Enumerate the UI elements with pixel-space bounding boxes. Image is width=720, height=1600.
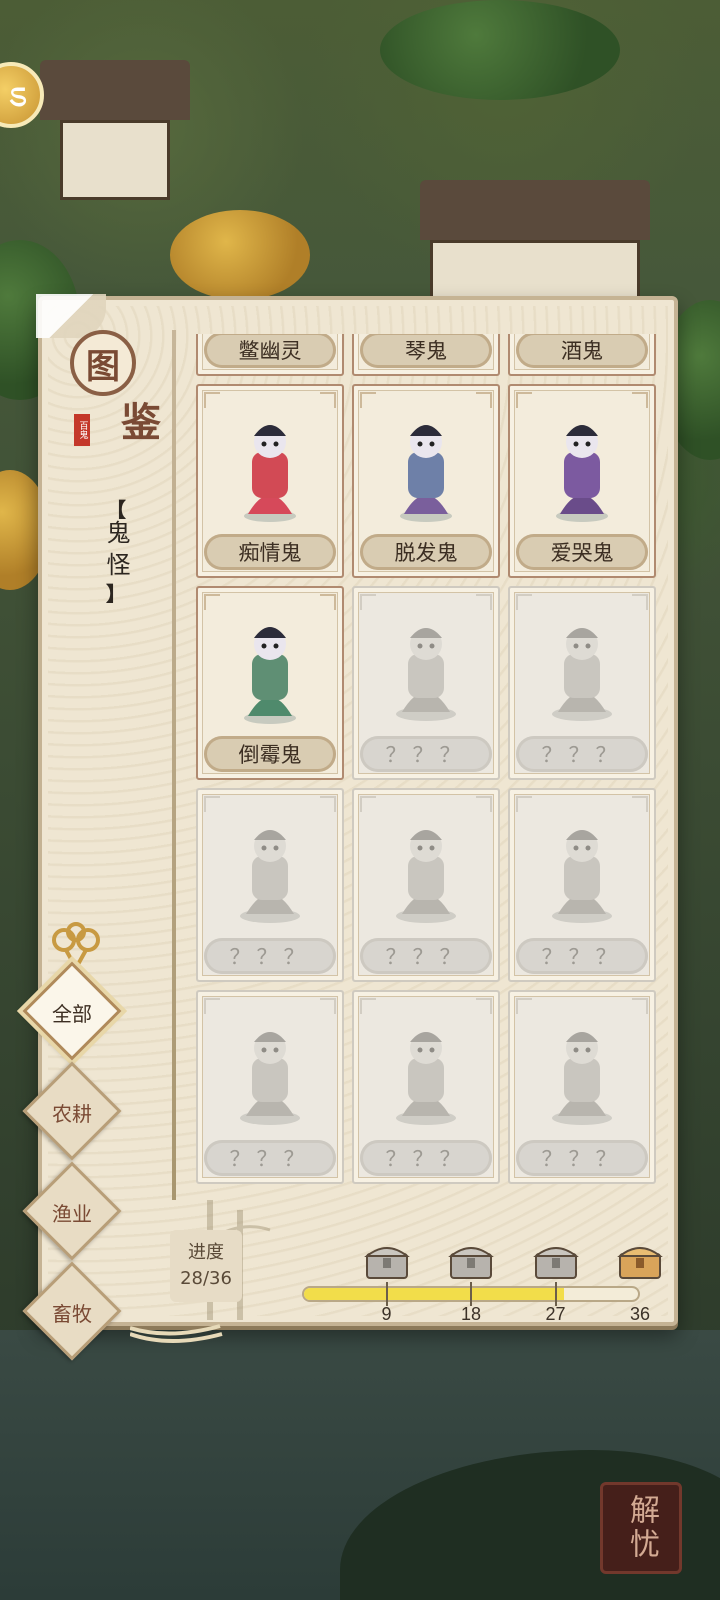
hooded-ghost-icon <box>368 602 484 732</box>
tab-label[interactable]: 畜牧 <box>22 1298 122 1327</box>
golden-tree <box>170 210 310 300</box>
bearded-ghost-icon <box>212 804 328 934</box>
maiden-ghost-icon <box>524 602 640 732</box>
category-name: 鬼怪 <box>102 520 130 584</box>
collection-card[interactable]: 倒霉鬼 <box>196 586 344 780</box>
card-label: 痴情鬼 <box>204 534 336 570</box>
progress-label: 进度 <box>188 1242 224 1263</box>
milestone-value: 36 <box>629 1304 651 1324</box>
collection-card[interactable]: ？？？ <box>508 586 656 780</box>
dragon-rider-icon <box>368 1006 484 1136</box>
card-label: ？？？ <box>204 1140 336 1176</box>
knot-ornament <box>52 922 100 970</box>
rabbit-ghost-icon <box>212 1006 328 1136</box>
category-close-bracket: 】 <box>106 582 126 606</box>
card-label: 爱哭鬼 <box>516 534 648 570</box>
milestone-value: 9 <box>381 1304 392 1324</box>
silver-chest-icon[interactable] <box>363 1240 411 1280</box>
card-label: ？？？ <box>360 736 492 772</box>
card-label: 鳖幽灵 <box>204 334 336 368</box>
silver-chest-icon[interactable] <box>532 1240 580 1280</box>
milestone-value: 18 <box>460 1304 482 1324</box>
unlucky-ghost-icon <box>212 602 328 732</box>
collection-card[interactable]: ？？？ <box>352 788 500 982</box>
card-label: 脱发鬼 <box>360 534 492 570</box>
collection-card[interactable]: ？？？ <box>352 990 500 1184</box>
tab-label[interactable]: 农耕 <box>22 1098 122 1127</box>
bestiary-logo: 图 鉴 百鬼 <box>70 330 174 460</box>
card-label: 琴鬼 <box>360 334 492 368</box>
collection-card[interactable]: ？？？ <box>196 990 344 1184</box>
logo-char-bottom: 鉴 <box>121 399 161 446</box>
inn-roof <box>420 180 650 240</box>
umbrella-ghost-icon <box>212 400 328 530</box>
silver-chest-icon[interactable] <box>447 1240 495 1280</box>
card-label: ？？？ <box>204 938 336 974</box>
house-roof <box>40 60 190 120</box>
jieyou-button[interactable]: 解忧 <box>600 1482 682 1574</box>
milestone-tick <box>470 1282 472 1306</box>
progress-count: 28/36 <box>180 1268 232 1289</box>
collection-card[interactable]: 鳖幽灵 <box>196 334 344 376</box>
category-open-bracket: 【 <box>106 498 126 522</box>
collection-card[interactable]: ？？？ <box>352 586 500 780</box>
category-title: 【 鬼怪 】 <box>96 500 136 604</box>
crying-ghost-icon <box>524 400 640 530</box>
card-label: ？？？ <box>516 938 648 974</box>
milestone-tick <box>385 1282 388 1306</box>
book-ghost-icon <box>368 400 484 530</box>
fairy-ghost-icon <box>524 804 640 934</box>
card-label: 酒鬼 <box>516 334 648 368</box>
card-label: ？？？ <box>516 736 648 772</box>
tab-label[interactable]: 渔业 <box>22 1198 122 1227</box>
progress-fill <box>304 1288 564 1300</box>
swirl-coin-icon: ಽ <box>9 75 27 115</box>
tassel-decoration <box>130 1324 223 1343</box>
card-label: ？？？ <box>360 1140 492 1176</box>
milestone-tick <box>554 1282 557 1306</box>
collection-card[interactable]: ？？？ <box>508 788 656 982</box>
gold-chest-icon[interactable] <box>616 1240 664 1280</box>
progress-box: 进度 28/36 <box>170 1230 242 1302</box>
tree <box>380 0 620 100</box>
collection-card[interactable]: 脱发鬼 <box>352 384 500 578</box>
official-ghost-icon <box>524 1006 640 1136</box>
card-label: ？？？ <box>516 1140 648 1176</box>
logo-stamp: 百鬼 <box>74 414 90 446</box>
house <box>60 120 170 200</box>
jieyou-label: 解忧 <box>624 1494 659 1562</box>
collection-card[interactable]: 爱哭鬼 <box>508 384 656 578</box>
collection-card[interactable]: 痴情鬼 <box>196 384 344 578</box>
card-label: ？？？ <box>360 938 492 974</box>
milestone-value: 27 <box>545 1304 566 1324</box>
collection-grid[interactable]: 鳖幽灵 琴鬼 酒鬼 痴情鬼 脱发鬼 爱哭鬼 倒霉鬼 ？？？ ？？？ ？？？ ？？… <box>176 334 666 1200</box>
tab-label[interactable]: 全部 <box>22 998 122 1027</box>
collection-card[interactable]: ？？？ <box>196 788 344 982</box>
bestiary-panel: 图 鉴 百鬼 【 鬼怪 】 鳖幽灵 琴鬼 酒鬼 痴情鬼 脱发鬼 爱哭鬼 倒霉鬼 … <box>36 294 678 1326</box>
inn <box>430 240 640 300</box>
collection-card[interactable]: 琴鬼 <box>352 334 500 376</box>
collection-card[interactable]: ？？？ <box>508 990 656 1184</box>
hat-ghost-icon <box>368 804 484 934</box>
collection-card[interactable]: 酒鬼 <box>508 334 656 376</box>
card-label: 倒霉鬼 <box>204 736 336 772</box>
